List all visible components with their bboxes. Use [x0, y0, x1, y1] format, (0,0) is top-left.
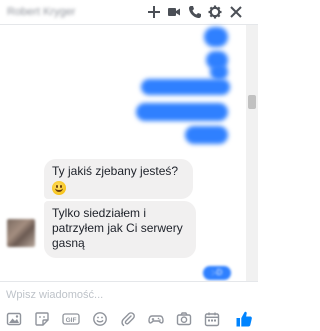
gif-icon[interactable]: GIF [62, 311, 80, 327]
grinning-emoji-icon [52, 181, 66, 195]
close-icon[interactable] [229, 5, 243, 19]
received-message-bubble: Ty jakiś zjebany jesteś? [44, 159, 193, 199]
message-text: Tylko siedziałem i patrzyłem jak Ci serw… [52, 206, 183, 250]
sent-message-bubble: :-D [203, 266, 231, 280]
chat-header: Robert Kryger [0, 0, 258, 25]
video-icon[interactable] [167, 5, 181, 19]
contact-avatar[interactable] [7, 219, 35, 247]
gear-icon[interactable] [208, 5, 222, 19]
message-text: Ty jakiś zjebany jesteś? [52, 164, 179, 178]
sticker-icon[interactable] [34, 311, 50, 327]
calendar-icon[interactable] [204, 311, 220, 327]
sent-message-bubble [141, 79, 230, 95]
emoji-icon[interactable] [92, 311, 108, 327]
sent-message-bubble [204, 27, 228, 47]
image-icon[interactable] [6, 311, 22, 327]
camera-icon[interactable] [176, 311, 192, 327]
paperclip-icon[interactable] [120, 311, 136, 327]
svg-text:GIF: GIF [66, 317, 77, 324]
sent-message-bubble [136, 103, 228, 121]
gamepad-icon[interactable] [148, 311, 164, 327]
sent-message-bubble [185, 126, 228, 144]
plus-icon[interactable] [147, 5, 161, 19]
contact-name[interactable]: Robert Kryger [7, 6, 75, 18]
message-composer [0, 281, 258, 308]
like-icon[interactable] [235, 310, 253, 328]
message-input[interactable] [6, 286, 206, 304]
composer-toolbar: GIF [0, 307, 258, 331]
received-message-bubble: Tylko siedziałem i patrzyłem jak Ci serw… [44, 201, 196, 258]
phone-icon[interactable] [188, 5, 202, 19]
sent-message-bubble [210, 64, 228, 80]
